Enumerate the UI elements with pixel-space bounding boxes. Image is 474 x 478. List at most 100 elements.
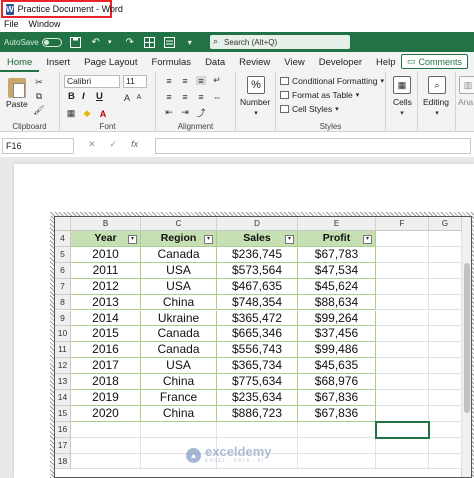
row-header-13[interactable]: 13 xyxy=(55,374,71,390)
dropdown-chevron-icon[interactable]: ▾ xyxy=(104,36,116,48)
fill-color-icon[interactable]: ◆ xyxy=(82,108,92,118)
increase-indent-icon[interactable]: ⇥ xyxy=(180,107,190,117)
scrollbar-thumb[interactable] xyxy=(464,263,470,413)
table-cell[interactable]: USA xyxy=(141,278,217,295)
empty-cell[interactable] xyxy=(429,421,462,438)
table-cell[interactable]: China xyxy=(141,294,217,311)
table-cell[interactable]: Canada xyxy=(141,326,217,343)
empty-cell[interactable] xyxy=(429,310,462,327)
enter-icon[interactable]: ✓ xyxy=(110,139,118,150)
row-header-5[interactable]: 5 xyxy=(55,246,71,263)
bold-button[interactable]: B xyxy=(68,91,75,102)
table-cell[interactable]: 2019 xyxy=(71,390,141,406)
align-right-icon[interactable]: ≡ xyxy=(196,92,206,102)
empty-cell[interactable] xyxy=(429,262,462,279)
editing-icon[interactable]: ⌕ xyxy=(428,76,446,94)
column-header-b[interactable]: B xyxy=(71,217,141,231)
tab-developer[interactable]: Developer xyxy=(312,57,369,72)
empty-cell[interactable] xyxy=(376,342,429,359)
table-cell[interactable]: 2017 xyxy=(71,358,141,375)
table-cell[interactable]: $67,836 xyxy=(298,390,376,406)
column-header-d[interactable]: D xyxy=(217,217,298,231)
align-top-icon[interactable]: ≡ xyxy=(164,76,174,86)
empty-cell[interactable] xyxy=(429,437,462,454)
cell-styles-button[interactable]: Cell Styles ▾ xyxy=(280,104,339,114)
table-cell[interactable]: $45,624 xyxy=(298,278,376,295)
empty-cell[interactable] xyxy=(429,342,462,359)
column-header-e[interactable]: E xyxy=(298,217,376,231)
tab-help[interactable]: Help xyxy=(369,57,403,72)
form-icon[interactable] xyxy=(164,36,176,48)
editing-label[interactable]: Editing xyxy=(423,97,449,107)
editing-chevron-icon[interactable]: ▾ xyxy=(432,108,442,117)
tab-insert[interactable]: Insert xyxy=(39,57,77,72)
row-header-14[interactable]: 14 xyxy=(55,390,71,406)
table-cell[interactable]: 2016 xyxy=(71,342,141,359)
table-cell[interactable]: Canada xyxy=(141,342,217,359)
align-bottom-icon[interactable]: ≡ xyxy=(196,76,206,86)
table-cell[interactable]: USA xyxy=(141,262,217,279)
table-cell[interactable]: $748,354 xyxy=(217,294,298,311)
column-header-c[interactable]: C xyxy=(141,217,217,231)
empty-cell[interactable] xyxy=(376,453,429,470)
empty-cell[interactable] xyxy=(376,390,429,406)
row-header-16[interactable]: 16 xyxy=(55,421,71,438)
embedded-worksheet[interactable]: B C D E F G 4 Year ▾ Region ▾ Sales ▾ Profit ▾ 5 2010 Can… xyxy=(54,216,472,478)
table-cell[interactable]: Canada xyxy=(141,246,217,263)
font-color-icon[interactable]: A xyxy=(98,109,108,119)
row-header-9[interactable]: 9 xyxy=(55,310,71,327)
row-header-6[interactable]: 6 xyxy=(55,262,71,279)
merge-icon[interactable]: ⇔ xyxy=(212,92,222,102)
cells-chevron-icon[interactable]: ▾ xyxy=(397,108,407,117)
select-all-corner[interactable] xyxy=(55,217,71,231)
empty-cell[interactable] xyxy=(298,453,376,470)
row-header-10[interactable]: 10 xyxy=(55,326,71,343)
table-cell[interactable]: $365,734 xyxy=(217,358,298,375)
table-header-cell[interactable]: Profit ▾ xyxy=(298,231,376,247)
table-cell[interactable]: $236,745 xyxy=(217,246,298,263)
increase-font-icon[interactable]: A xyxy=(122,93,132,103)
cancel-icon[interactable]: ✕ xyxy=(88,139,96,150)
table-cell[interactable]: China xyxy=(141,374,217,390)
empty-cell[interactable] xyxy=(376,374,429,390)
conditional-formatting-button[interactable]: Conditional Formatting ▾ xyxy=(280,76,384,86)
search-box[interactable]: ⌕ Search (Alt+Q) xyxy=(210,35,350,49)
table-cell[interactable]: France xyxy=(141,390,217,406)
wrap-text-icon[interactable]: ↵ xyxy=(212,75,222,85)
underline-button[interactable]: U xyxy=(96,91,103,102)
empty-cell[interactable] xyxy=(429,326,462,343)
number-label[interactable]: Number xyxy=(240,97,270,107)
autosave-toggle[interactable] xyxy=(41,37,62,47)
empty-cell[interactable] xyxy=(298,437,376,454)
empty-cell[interactable] xyxy=(429,246,462,263)
filter-dropdown-icon[interactable]: ▾ xyxy=(128,235,137,244)
column-header-g[interactable]: G xyxy=(429,217,462,231)
empty-cell[interactable] xyxy=(71,453,141,470)
percent-icon[interactable]: % xyxy=(247,76,265,94)
table-cell[interactable]: 2012 xyxy=(71,278,141,295)
table-cell[interactable]: USA xyxy=(141,358,217,375)
table-cell[interactable]: 2010 xyxy=(71,246,141,263)
table-cell[interactable]: $67,783 xyxy=(298,246,376,263)
row-header-11[interactable]: 11 xyxy=(55,342,71,359)
customize-toolbar-icon[interactable]: ▾ xyxy=(184,36,196,48)
table-cell[interactable]: 2018 xyxy=(71,374,141,390)
comments-button[interactable]: ▭ Comments xyxy=(400,54,468,69)
borders-icon[interactable] xyxy=(144,36,156,48)
row-header-18[interactable]: 18 xyxy=(55,453,71,470)
empty-cell[interactable] xyxy=(376,358,429,375)
table-cell[interactable]: 2014 xyxy=(71,310,141,327)
row-header-8[interactable]: 8 xyxy=(55,294,71,311)
empty-cell[interactable] xyxy=(376,437,429,454)
undo-icon[interactable]: ↶ xyxy=(90,36,102,48)
table-cell[interactable]: $37,456 xyxy=(298,326,376,343)
selected-cell-highlight[interactable] xyxy=(375,420,430,439)
empty-cell[interactable] xyxy=(376,310,429,327)
table-cell[interactable]: $235,634 xyxy=(217,390,298,406)
row-header-12[interactable]: 12 xyxy=(55,358,71,375)
table-cell[interactable]: $45,635 xyxy=(298,358,376,375)
empty-cell[interactable] xyxy=(429,294,462,311)
empty-cell[interactable] xyxy=(71,421,141,438)
table-cell[interactable]: China xyxy=(141,405,217,422)
table-cell[interactable]: $99,486 xyxy=(298,342,376,359)
